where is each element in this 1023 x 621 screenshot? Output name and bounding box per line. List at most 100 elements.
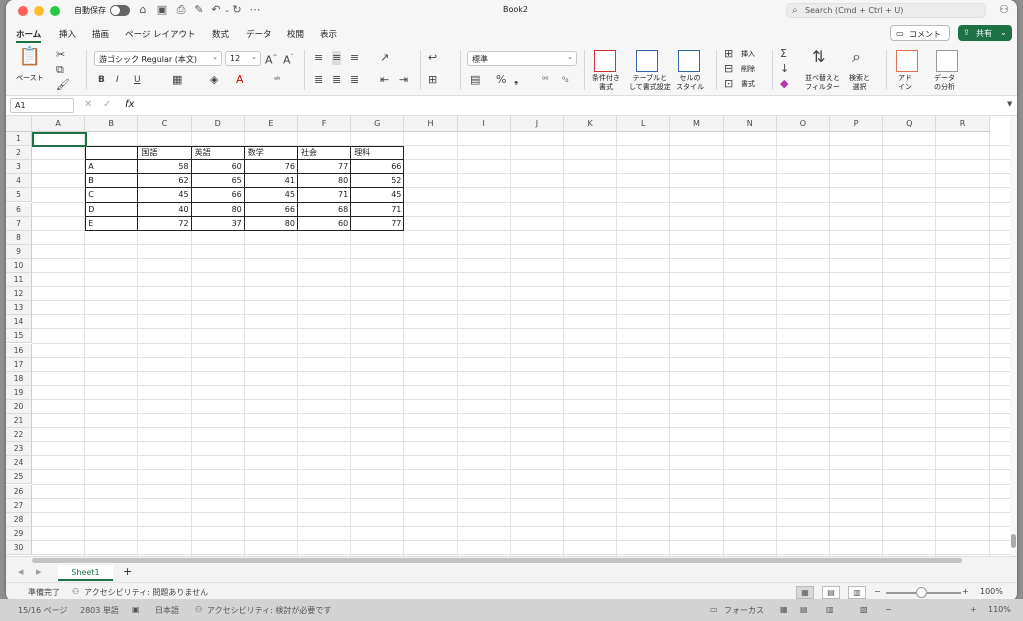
orientation-icon[interactable]: ↗: [380, 51, 389, 65]
tab-insert[interactable]: 挿入: [59, 28, 76, 40]
row-header[interactable]: 25: [6, 470, 32, 485]
page-layout-view-icon[interactable]: ▤: [822, 586, 840, 599]
horizontal-scrollbar[interactable]: [32, 557, 972, 564]
autosave-toggle[interactable]: [110, 5, 130, 16]
font-name-select[interactable]: 游ゴシック Regular (本文) ⌄: [94, 51, 222, 66]
formula-input[interactable]: [146, 100, 996, 112]
align-left-icon[interactable]: ≣: [314, 73, 323, 87]
increase-indent-icon[interactable]: ⇥: [399, 73, 408, 87]
column-header[interactable]: L: [617, 116, 671, 132]
next-sheet-icon[interactable]: ▶: [36, 568, 41, 576]
row-header[interactable]: 18: [6, 371, 32, 386]
row-header[interactable]: 23: [6, 442, 32, 457]
increase-font-icon[interactable]: A^: [265, 51, 278, 68]
tab-page-layout[interactable]: ページ レイアウト: [125, 28, 196, 40]
add-sheet-button[interactable]: +: [123, 565, 132, 578]
row-header[interactable]: 24: [6, 456, 32, 471]
comment-button[interactable]: ▭ コメント: [890, 25, 950, 41]
bold-button[interactable]: B: [98, 73, 105, 87]
share-button[interactable]: ⇪ 共有 ⌄: [958, 25, 1012, 41]
cut-icon[interactable]: ✂: [56, 48, 65, 62]
name-box[interactable]: A1: [10, 98, 74, 113]
column-header[interactable]: I: [457, 116, 511, 132]
paste-icon[interactable]: 📋: [18, 48, 42, 72]
column-header[interactable]: F: [298, 116, 352, 132]
column-header[interactable]: E: [244, 116, 298, 132]
column-header[interactable]: R: [936, 116, 990, 132]
minimize-window-button[interactable]: [34, 6, 44, 16]
edit-icon[interactable]: ✎: [192, 3, 206, 17]
sheet-tab-sheet1[interactable]: Sheet1: [58, 565, 113, 581]
vertical-scrollbar[interactable]: [1010, 116, 1017, 556]
row-header[interactable]: 1: [6, 132, 32, 147]
home-icon[interactable]: ⌂: [136, 3, 150, 17]
fill-color-icon[interactable]: ◈: [210, 73, 218, 87]
column-header[interactable]: N: [723, 116, 777, 132]
table-format-icon[interactable]: [636, 50, 658, 72]
clear-icon[interactable]: ◆: [780, 77, 788, 91]
currency-icon[interactable]: ▤: [470, 73, 480, 87]
data-analysis-icon[interactable]: [936, 50, 958, 72]
cancel-icon[interactable]: ✕: [84, 99, 92, 110]
align-bottom-icon[interactable]: ≡: [350, 51, 359, 65]
column-header[interactable]: G: [351, 116, 405, 132]
align-right-icon[interactable]: ≣: [350, 73, 359, 87]
prev-sheet-icon[interactable]: ◀: [18, 568, 23, 576]
row-header[interactable]: 5: [6, 188, 32, 203]
row-header[interactable]: 21: [6, 414, 32, 429]
merge-cells-icon[interactable]: ⊞: [428, 73, 437, 87]
row-header[interactable]: 12: [6, 287, 32, 302]
row-header[interactable]: 4: [6, 174, 32, 189]
number-format-select[interactable]: 標準 ⌄: [467, 51, 577, 66]
row-header[interactable]: 2: [6, 146, 32, 161]
format-painter-icon[interactable]: 🖌: [56, 78, 70, 92]
copy-icon[interactable]: ⧉: [56, 63, 64, 77]
align-middle-icon[interactable]: ≡: [332, 51, 342, 65]
column-header[interactable]: D: [191, 116, 245, 132]
zoom-slider-knob[interactable]: [916, 587, 927, 598]
font-size-select[interactable]: 12 ⌄: [225, 51, 261, 66]
decrease-font-icon[interactable]: Aˇ: [283, 51, 294, 68]
increase-decimal-icon[interactable]: ⁰⁰: [542, 73, 548, 87]
print-icon[interactable]: ⎙: [174, 3, 188, 17]
row-header[interactable]: 8: [6, 230, 32, 245]
data-analysis-label[interactable]: データ の分析: [934, 74, 955, 92]
row-header[interactable]: 14: [6, 315, 32, 330]
column-header[interactable]: C: [138, 116, 192, 132]
page-break-view-icon[interactable]: ▥: [848, 586, 866, 599]
tab-data[interactable]: データ: [246, 28, 272, 40]
wrap-text-icon[interactable]: ↩: [428, 51, 437, 65]
delete-cells-label[interactable]: 削除: [741, 65, 755, 74]
tab-home[interactable]: ホーム: [16, 28, 42, 43]
confirm-icon[interactable]: ✓: [103, 99, 111, 110]
fill-icon[interactable]: ↓: [780, 62, 789, 76]
sort-filter-label[interactable]: 並べ替えと フィルター: [805, 74, 840, 92]
column-header[interactable]: K: [564, 116, 618, 132]
decrease-indent-icon[interactable]: ⇤: [380, 73, 389, 87]
format-cells-label[interactable]: 書式: [741, 80, 755, 89]
column-header[interactable]: P: [830, 116, 884, 132]
save-icon[interactable]: ▣: [155, 3, 169, 17]
function-icon[interactable]: fx: [125, 99, 134, 110]
expand-formula-icon[interactable]: ▼: [1007, 100, 1012, 108]
normal-view-icon[interactable]: ▦: [796, 586, 814, 599]
font-color-icon[interactable]: A: [236, 73, 244, 87]
close-window-button[interactable]: [18, 6, 28, 16]
select-all-corner[interactable]: [6, 116, 32, 132]
column-header[interactable]: A: [32, 116, 86, 132]
comma-button[interactable]: ❟: [514, 73, 518, 87]
conditional-format-icon[interactable]: [594, 50, 616, 72]
row-header[interactable]: 28: [6, 512, 32, 527]
align-top-icon[interactable]: ≡: [314, 51, 323, 65]
find-select-label[interactable]: 検索と 選択: [849, 74, 870, 92]
borders-icon[interactable]: ▦: [172, 73, 182, 87]
search-box[interactable]: ⌕ Search (Cmd + Ctrl + U): [786, 3, 986, 18]
redo-icon[interactable]: ↻: [230, 3, 244, 17]
cell-style-icon[interactable]: [678, 50, 700, 72]
row-header[interactable]: 29: [6, 526, 32, 541]
more-icon[interactable]: ⋯: [248, 3, 262, 17]
horizontal-scroll-thumb[interactable]: [32, 558, 962, 563]
row-header[interactable]: 9: [6, 244, 32, 259]
column-header[interactable]: B: [85, 116, 139, 132]
worksheet-grid[interactable]: A B C D E F G H I J K L M N O P Q R 1 2 3 4 5 6 7 8 9 10 11 12 13 14 15 1…: [6, 116, 1017, 556]
